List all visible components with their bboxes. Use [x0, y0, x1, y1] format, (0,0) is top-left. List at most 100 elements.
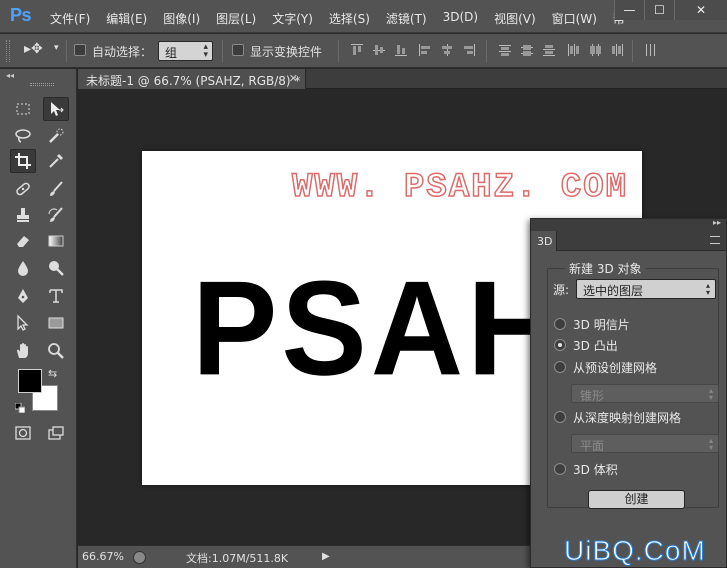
align-left-icon[interactable] — [418, 43, 432, 57]
collapse-panel-icon[interactable]: ▸▸ — [713, 218, 721, 227]
document-tab-title: 未标题-1 @ 66.7% (PSAHZ, RGB/8) * — [86, 74, 301, 88]
options-divider — [66, 40, 67, 62]
menu-view[interactable]: 视图(V) — [494, 10, 536, 27]
align-right-icon[interactable] — [462, 43, 476, 57]
photoshop-logo: Ps — [10, 5, 32, 25]
tools-panel-grip[interactable] — [30, 83, 54, 86]
distribute-left-icon[interactable] — [566, 43, 580, 57]
tools-panel: ◂◂ ⇆ — [0, 69, 77, 568]
document-tab[interactable]: 未标题-1 @ 66.7% (PSAHZ, RGB/8) * ✕ — [78, 69, 306, 89]
source-dropdown[interactable]: 选中的图层 ▴ ▾ — [576, 279, 716, 299]
healing-brush-tool-icon[interactable] — [10, 177, 36, 201]
eyedropper-tool-icon[interactable] — [43, 149, 69, 173]
eraser-tool-icon[interactable] — [10, 229, 36, 253]
marquee-tool-icon[interactable] — [10, 97, 36, 121]
screen-mode-icon[interactable] — [43, 421, 69, 445]
updown-arrow-icon: ▴ ▾ — [203, 42, 208, 60]
foreground-color-swatch[interactable] — [18, 369, 42, 393]
menu-edit[interactable]: 编辑(E) — [106, 10, 147, 27]
type-tool-icon[interactable] — [43, 284, 69, 308]
menu-filter[interactable]: 滤镜(T) — [386, 10, 427, 27]
auto-select-value: 组 — [165, 46, 178, 60]
create-button[interactable]: 创建 — [588, 490, 685, 509]
lasso-tool-icon[interactable] — [10, 124, 36, 148]
radio-mesh-from-preset-label[interactable]: 从预设创建网格 — [573, 359, 657, 376]
maximize-button[interactable]: ☐ — [644, 0, 674, 20]
options-grip[interactable] — [6, 40, 10, 62]
crop-tool-icon[interactable] — [10, 149, 36, 173]
updown-arrow-icon: ▴ ▾ — [705, 281, 710, 297]
menu-3d[interactable]: 3D(D) — [443, 10, 478, 27]
move-tool-icon[interactable] — [43, 97, 69, 121]
auto-select-dropdown[interactable]: 组 ▴ ▾ — [158, 41, 213, 61]
updown-arrow-icon: ▴ ▾ — [708, 386, 713, 402]
radio-mesh-from-depth-label[interactable]: 从深度映射创建网格 — [573, 409, 681, 426]
align-bottom-icon[interactable] — [394, 43, 408, 57]
radio-3d-volume[interactable] — [554, 463, 566, 475]
distribute-right-icon[interactable] — [610, 43, 624, 57]
radio-3d-extrusion-label[interactable]: 3D 凸出 — [573, 337, 618, 354]
menu-items: 文件(F) 编辑(E) 图像(I) 图层(L) 文字(Y) 选择(S) 滤镜(T… — [50, 10, 641, 27]
rectangle-tool-icon[interactable] — [43, 311, 69, 335]
minimize-button[interactable]: — — [614, 0, 644, 20]
zoom-level[interactable]: 66.67% — [82, 550, 124, 563]
history-brush-tool-icon[interactable] — [43, 203, 69, 227]
auto-select-label: 自动选择： — [92, 45, 153, 59]
pen-tool-icon[interactable] — [10, 284, 36, 308]
show-transform-checkbox[interactable] — [232, 44, 244, 56]
radio-3d-extrusion[interactable] — [554, 339, 566, 351]
close-tab-icon[interactable]: ✕ — [289, 72, 298, 85]
radio-3d-postcard[interactable] — [554, 318, 566, 330]
tab-3d[interactable]: 3D — [531, 231, 557, 251]
auto-align-icon[interactable] — [644, 43, 658, 57]
panel-menu-icon[interactable] — [710, 236, 720, 244]
status-info-icon[interactable] — [133, 551, 146, 564]
document-tab-bar: 未标题-1 @ 66.7% (PSAHZ, RGB/8) * ✕ — [78, 69, 727, 89]
menu-window[interactable]: 窗口(W) — [552, 10, 597, 27]
distribute-bottom-icon[interactable] — [542, 43, 556, 57]
menu-type[interactable]: 文字(Y) — [272, 10, 313, 27]
radio-3d-volume-label[interactable]: 3D 体积 — [573, 461, 618, 478]
radio-3d-postcard-label[interactable]: 3D 明信片 — [573, 316, 630, 333]
close-button[interactable]: ✕ — [674, 0, 727, 20]
default-colors-icon[interactable] — [14, 402, 26, 414]
tool-preset-picker[interactable]: ▸✥ — [24, 41, 43, 57]
blur-tool-icon[interactable] — [10, 256, 36, 280]
swap-colors-icon[interactable]: ⇆ — [48, 367, 57, 380]
align-vcenter-icon[interactable] — [372, 43, 386, 57]
tool-preset-dropdown-icon[interactable]: ▾ — [54, 43, 59, 53]
hand-tool-icon[interactable] — [10, 339, 36, 363]
options-divider — [486, 40, 487, 62]
radio-mesh-from-preset[interactable] — [554, 361, 566, 373]
3d-panel: ▸▸ 3D 新建 3D 对象 源: 选中的图层 ▴ ▾ 3D 明信片 3D 凸出 … — [530, 218, 727, 568]
distribute-hcenter-icon[interactable] — [588, 43, 602, 57]
document-size: 文档:1.07M/511.8K — [186, 552, 289, 565]
quick-selection-tool-icon[interactable] — [43, 124, 69, 148]
clone-stamp-tool-icon[interactable] — [10, 203, 36, 227]
dodge-tool-icon[interactable] — [43, 256, 69, 280]
menu-file[interactable]: 文件(F) — [50, 10, 90, 27]
align-top-icon[interactable] — [350, 43, 364, 57]
radio-mesh-from-depth[interactable] — [554, 411, 566, 423]
align-hcenter-icon[interactable] — [440, 43, 454, 57]
watermark: UiBQ.CoM — [564, 535, 706, 567]
status-menu-arrow-icon[interactable]: ▶ — [322, 551, 330, 562]
options-divider — [338, 40, 339, 62]
distribute-vcenter-icon[interactable] — [520, 43, 534, 57]
options-divider — [632, 40, 633, 62]
gradient-tool-icon[interactable] — [43, 229, 69, 253]
path-selection-tool-icon[interactable] — [10, 311, 36, 335]
zoom-tool-icon[interactable] — [43, 339, 69, 363]
menu-bar: Ps 文件(F) 编辑(E) 图像(I) 图层(L) 文字(Y) 选择(S) 滤… — [0, 0, 727, 33]
auto-select-checkbox[interactable] — [74, 44, 86, 56]
brush-tool-icon[interactable] — [43, 177, 69, 201]
menu-image[interactable]: 图像(I) — [163, 10, 200, 27]
source-label: 源: — [553, 283, 570, 297]
menu-select[interactable]: 选择(S) — [329, 10, 370, 27]
panel-header[interactable]: ▸▸ — [531, 218, 726, 231]
quick-mask-icon[interactable] — [10, 421, 36, 445]
depth-map-value: 平面 — [580, 439, 605, 453]
distribute-top-icon[interactable] — [498, 43, 512, 57]
collapse-panel-icon[interactable]: ◂◂ — [6, 71, 14, 80]
menu-layer[interactable]: 图层(L) — [216, 10, 256, 27]
